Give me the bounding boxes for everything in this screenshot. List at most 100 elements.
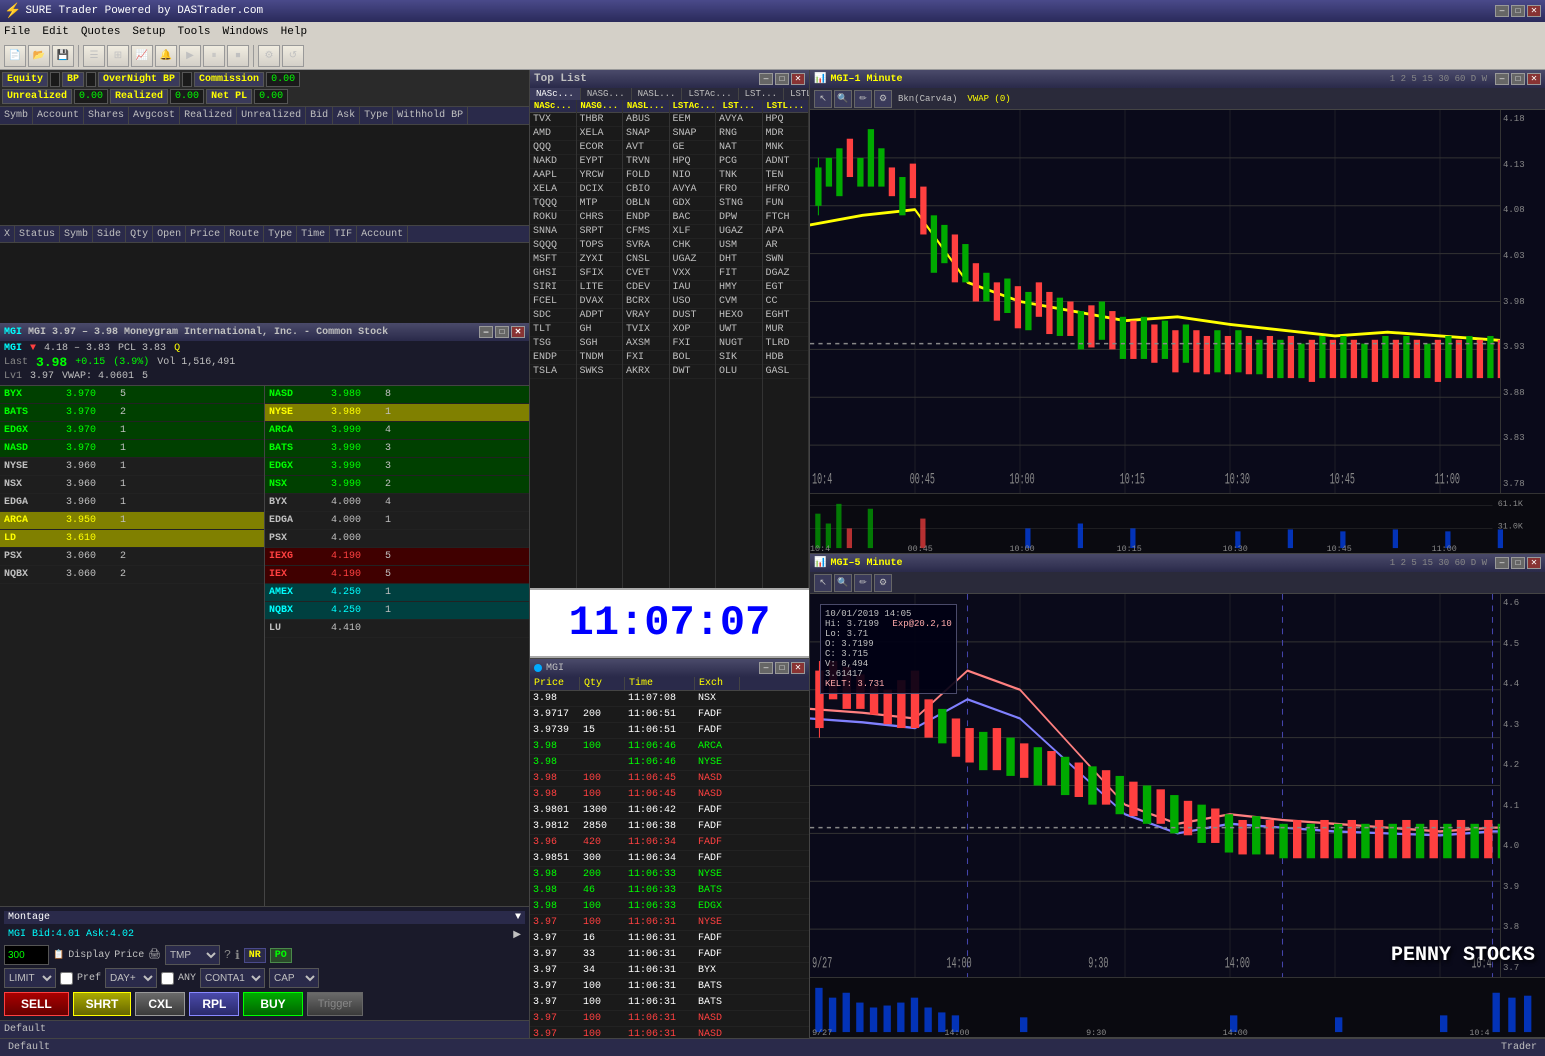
tl-symbol-item[interactable]: ENDP (530, 351, 576, 365)
tl-symbol-item[interactable]: PCG (716, 155, 762, 169)
tl-symbol-item[interactable]: FUN (763, 197, 809, 211)
menu-edit[interactable]: Edit (42, 26, 68, 38)
tl-symbol-item[interactable]: BOL (670, 351, 716, 365)
tl-symbol-item[interactable]: HPQ (763, 113, 809, 127)
tl-symbol-item[interactable]: DVAX (577, 295, 623, 309)
l2-ask-row[interactable]: IEX 4.190 5 (265, 566, 529, 584)
tl-symbol-item[interactable]: ABUS (623, 113, 669, 127)
pref-checkbox[interactable] (60, 972, 73, 985)
l2-ask-row[interactable]: ARCA 3.990 4 (265, 422, 529, 440)
l2-maximize[interactable]: □ (495, 326, 509, 338)
qty-input[interactable] (4, 945, 49, 965)
tl-symbol-item[interactable]: FRO (716, 183, 762, 197)
chart1-minimize[interactable]: — (1495, 73, 1509, 85)
l2-ask-row[interactable]: NQBX 4.250 1 (265, 602, 529, 620)
tl-symbol-item[interactable]: SIK (716, 351, 762, 365)
tl-symbol-item[interactable]: SGH (577, 337, 623, 351)
tl-symbol-item[interactable]: MTP (577, 197, 623, 211)
tb-settings[interactable]: ⚙ (258, 45, 280, 67)
tl-symbol-item[interactable]: SNAP (670, 127, 716, 141)
tl-tab-1[interactable]: NASG... (581, 88, 632, 100)
tl-symbol-item[interactable]: MDR (763, 127, 809, 141)
ts-minimize[interactable]: — (759, 662, 773, 674)
chart1-tb-zoom[interactable]: 🔍 (834, 90, 852, 108)
l2-close[interactable]: ✕ (511, 326, 525, 338)
tl-symbol-item[interactable]: XLF (670, 225, 716, 239)
tl-symbol-item[interactable]: XOP (670, 323, 716, 337)
tl-symbol-item[interactable]: TLT (530, 323, 576, 337)
chart1-maximize[interactable]: □ (1511, 73, 1525, 85)
l2-bid-row[interactable]: EDGX 3.970 1 (0, 422, 264, 440)
tl-symbol-item[interactable]: THBR (577, 113, 623, 127)
tl-symbol-item[interactable]: AVYA (716, 113, 762, 127)
tl-symbol-item[interactable]: NUGT (716, 337, 762, 351)
tl-symbol-item[interactable]: ECOR (577, 141, 623, 155)
tl-symbol-item[interactable]: TVX (530, 113, 576, 127)
tl-symbol-item[interactable]: QQQ (530, 141, 576, 155)
tl-symbol-item[interactable]: FXI (623, 351, 669, 365)
tl-symbol-item[interactable]: CVET (623, 267, 669, 281)
tl-symbol-item[interactable]: TRVN (623, 155, 669, 169)
order-type-select[interactable]: TMPMKTLMT (165, 945, 220, 965)
tl-symbol-item[interactable]: CBIO (623, 183, 669, 197)
limit-select[interactable]: LIMITMKT (4, 968, 56, 988)
tl-tab-5[interactable]: LSTL... (784, 88, 809, 100)
tb-alert[interactable]: 🔔 (155, 45, 177, 67)
toplist-close[interactable]: ✕ (791, 73, 805, 85)
chart1-tb-draw[interactable]: ✏ (854, 90, 872, 108)
tl-symbol-item[interactable]: SQQQ (530, 239, 576, 253)
tl-symbol-item[interactable]: FOLD (623, 169, 669, 183)
tl-symbol-item[interactable]: USO (670, 295, 716, 309)
l2-ask-row[interactable]: EDGX 3.990 3 (265, 458, 529, 476)
l2-ask-row[interactable]: BYX 4.000 4 (265, 494, 529, 512)
tl-symbol-item[interactable]: DWT (670, 365, 716, 379)
tl-symbol-item[interactable]: NAKD (530, 155, 576, 169)
tl-symbol-item[interactable]: FIT (716, 267, 762, 281)
l2-bid-row[interactable]: EDGA 3.960 1 (0, 494, 264, 512)
short-button[interactable]: SHRT (73, 992, 132, 1016)
tl-symbol-item[interactable]: SVRA (623, 239, 669, 253)
l2-ask-row[interactable]: BATS 3.990 3 (265, 440, 529, 458)
tl-symbol-item[interactable]: SRPT (577, 225, 623, 239)
tb-chart[interactable]: 📈 (131, 45, 153, 67)
tl-symbol-item[interactable]: AR (763, 239, 809, 253)
tl-symbol-item[interactable]: DPW (716, 211, 762, 225)
tl-symbol-item[interactable]: NAT (716, 141, 762, 155)
tb-stop[interactable]: ⏹ (227, 45, 249, 67)
tl-symbol-item[interactable]: HFRO (763, 183, 809, 197)
tl-symbol-item[interactable]: GHSI (530, 267, 576, 281)
chart2-close[interactable]: ✕ (1527, 557, 1541, 569)
tl-symbol-item[interactable]: EGHT (763, 309, 809, 323)
tl-symbol-item[interactable]: CNSL (623, 253, 669, 267)
tl-symbol-item[interactable]: CHK (670, 239, 716, 253)
chart2-tb-zoom[interactable]: 🔍 (834, 574, 852, 592)
tl-symbol-item[interactable]: TOPS (577, 239, 623, 253)
menu-windows[interactable]: Windows (222, 26, 268, 38)
cancel-button[interactable]: CXL (135, 992, 185, 1016)
tl-symbol-item[interactable]: TSG (530, 337, 576, 351)
chart2-tb-settings[interactable]: ⚙ (874, 574, 892, 592)
menu-tools[interactable]: Tools (177, 26, 210, 38)
l2-bid-row[interactable]: ARCA 3.950 1 (0, 512, 264, 530)
tl-symbol-item[interactable]: FTCH (763, 211, 809, 225)
tl-symbol-item[interactable]: CDEV (623, 281, 669, 295)
tl-symbol-item[interactable]: ADPT (577, 309, 623, 323)
tl-symbol-item[interactable]: TSLA (530, 365, 576, 379)
tl-symbol-item[interactable]: MSFT (530, 253, 576, 267)
tb-grid[interactable]: ⊞ (107, 45, 129, 67)
tl-symbol-item[interactable]: GASL (763, 365, 809, 379)
chart1-close[interactable]: ✕ (1527, 73, 1541, 85)
window-controls[interactable]: — □ ✕ (1495, 5, 1541, 17)
tl-symbol-item[interactable]: CC (763, 295, 809, 309)
tl-symbol-item[interactable]: EYPT (577, 155, 623, 169)
tl-symbol-item[interactable]: RNG (716, 127, 762, 141)
chart2-maximize[interactable]: □ (1511, 557, 1525, 569)
tl-symbol-item[interactable]: ENDP (623, 211, 669, 225)
minimize-button[interactable]: — (1495, 5, 1509, 17)
sell-button[interactable]: SELL (4, 992, 69, 1016)
tl-symbol-item[interactable]: TNK (716, 169, 762, 183)
tl-symbol-item[interactable]: TQQQ (530, 197, 576, 211)
maximize-button[interactable]: □ (1511, 5, 1525, 17)
tl-symbol-item[interactable]: TLRD (763, 337, 809, 351)
tl-symbol-item[interactable]: CFMS (623, 225, 669, 239)
